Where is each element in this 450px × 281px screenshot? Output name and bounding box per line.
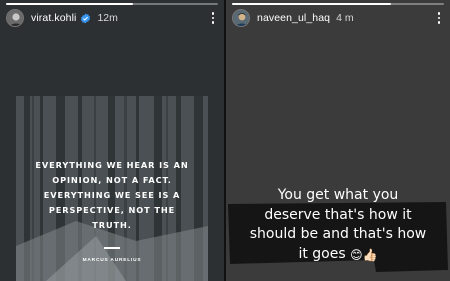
caption-line: deserve that's how it [264,206,412,223]
story-progress-bar [6,3,218,5]
caption-line-text: it goes [298,245,346,262]
story-image-quote-card: EVERYTHING WE HEAR IS AN OPINION, NOT A … [16,96,208,281]
story-panel-right[interactable]: naveen_ul_haq 4 m You get what you deser… [226,0,450,281]
story-progress-bar [232,3,444,5]
story-caption: You get what you deserve that's how it s… [226,186,450,265]
more-options-icon[interactable] [206,9,220,27]
quote-line: TRUTH. [92,220,132,230]
caption-line: You get what you [277,187,399,203]
quote-line: EVERYTHING WE SEE IS A [43,190,181,200]
username[interactable]: naveen_ul_haq [257,12,330,24]
quote-line: EVERYTHING WE HEAR IS AN [35,160,189,170]
caption-line: should be and that's how [249,226,427,242]
post-time: 12m [97,12,118,24]
smile-thumbs-up-emoji-icon: 😊👍🏻 [350,247,378,262]
story-header: virat.kohli 12m [6,6,220,30]
quote-text: EVERYTHING WE HEAR IS AN OPINION, NOT A … [26,158,198,233]
story-progress-fill [232,3,391,5]
story-panel-left[interactable]: virat.kohli 12m EVERYTHING WE HEAR IS AN… [0,0,224,281]
caption-line-last: it goes 😊👍🏻 [226,245,450,266]
post-time: 4 m [336,12,354,24]
quote-line: PERSPECTIVE, NOT THE [48,205,176,215]
avatar[interactable] [6,9,24,27]
username[interactable]: virat.kohli [31,12,76,24]
verified-badge-icon [80,12,91,24]
quote-author: MARCUS AURELIUS [82,258,142,263]
more-options-icon[interactable] [432,9,446,27]
quote-divider [104,247,120,249]
avatar[interactable] [232,9,250,27]
story-header: naveen_ul_haq 4 m [232,6,446,30]
quote-line: OPINION, NOT A FACT. [52,175,172,185]
story-progress-fill [6,3,134,5]
